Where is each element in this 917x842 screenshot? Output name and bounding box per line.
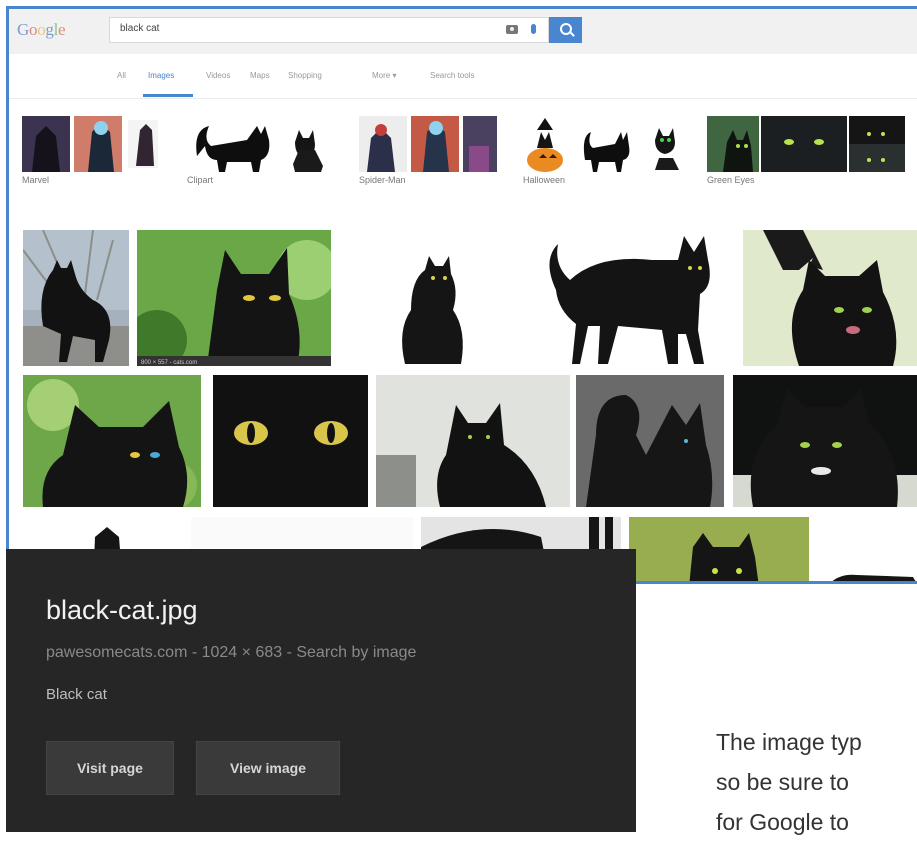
image-meta[interactable]: pawesomecats.com - 1024 × 683 - Search b… (46, 644, 416, 662)
microphone-icon[interactable] (531, 24, 536, 34)
active-tab-indicator (143, 94, 193, 97)
category-label: Marvel (22, 175, 50, 185)
search-tabs: All Images Videos Maps Shopping More ▾ S… (9, 54, 917, 99)
image-result[interactable]: 800 × 557 - cats.com (137, 230, 331, 366)
article-text: The image typ so be sure to for Google t… (716, 722, 862, 842)
image-result[interactable] (629, 517, 809, 581)
category-chip-green-eyes[interactable]: Green Eyes (707, 116, 907, 186)
image-result[interactable] (23, 230, 129, 366)
tab-all[interactable]: All (117, 71, 126, 80)
tab-search-tools[interactable]: Search tools (430, 71, 474, 80)
category-label: Spider-Man (359, 175, 406, 185)
category-chip-spider-man[interactable]: Spider-Man (359, 116, 499, 186)
visit-page-button[interactable]: Visit page (46, 741, 174, 795)
search-query: black cat (120, 23, 160, 34)
tab-more[interactable]: More ▾ (372, 71, 396, 80)
image-result[interactable] (528, 230, 730, 366)
tab-images[interactable]: Images (148, 71, 174, 80)
image-result[interactable] (743, 230, 917, 366)
view-image-button[interactable]: View image (196, 741, 340, 795)
category-chip-halloween[interactable]: Halloween (523, 116, 683, 186)
image-preview-panel: black-cat.jpg pawesomecats.com - 1024 × … (6, 549, 636, 832)
category-chip-marvel[interactable]: Marvel (22, 116, 162, 186)
image-result[interactable] (213, 375, 368, 507)
category-label: Clipart (187, 175, 214, 185)
image-result[interactable] (817, 517, 917, 581)
image-result[interactable] (733, 375, 917, 507)
search-header: Google black cat (9, 9, 917, 55)
category-label: Green Eyes (707, 175, 755, 185)
image-description: Black cat (46, 686, 107, 703)
camera-icon[interactable] (506, 25, 518, 34)
tab-maps[interactable]: Maps (250, 71, 270, 80)
image-result[interactable] (341, 230, 517, 366)
tab-shopping[interactable]: Shopping (288, 71, 322, 80)
category-label: Halloween (523, 175, 566, 185)
google-logo[interactable]: Google (17, 20, 66, 40)
tab-videos[interactable]: Videos (206, 71, 230, 80)
image-result[interactable] (23, 375, 201, 507)
category-chip-clipart[interactable]: Clipart (187, 116, 337, 186)
search-input[interactable]: black cat (109, 17, 549, 43)
image-filename: black-cat.jpg (46, 595, 198, 625)
search-button[interactable] (549, 17, 582, 43)
image-result[interactable] (376, 375, 570, 507)
image-result[interactable] (576, 375, 724, 507)
article-line: for Google to (716, 809, 849, 835)
image-overlay-caption: 800 × 557 - cats.com (141, 360, 197, 366)
google-images-screenshot: Google black cat All Images Videos Maps … (6, 6, 917, 584)
article-line: so be sure to (716, 769, 849, 795)
article-line: The image typ (716, 729, 862, 755)
